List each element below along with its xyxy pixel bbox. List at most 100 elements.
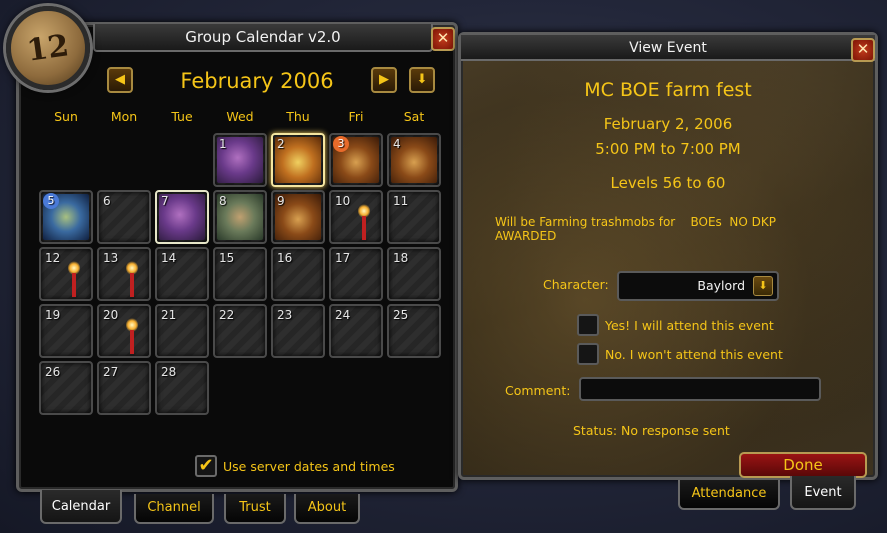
day-number: 18 xyxy=(393,251,409,265)
weekday-label: Sun xyxy=(54,109,78,124)
day-number: 14 xyxy=(161,251,177,265)
calendar-day-13[interactable]: 13 xyxy=(97,247,151,301)
day-number: 6 xyxy=(103,194,111,208)
weekday-label: Sat xyxy=(403,109,425,124)
calendar-day-26[interactable]: 26 xyxy=(39,361,93,415)
day-number: 11 xyxy=(393,194,409,208)
weekday-label: Tue xyxy=(171,109,193,124)
day-number: 5 xyxy=(43,193,59,209)
day-number: 12 xyxy=(45,251,61,265)
group-calendar-window: Group Calendar v2.0 ✕ ◀ February 2006 ▶ … xyxy=(16,22,458,492)
day-number: 13 xyxy=(103,251,119,265)
calendar-day-7[interactable]: 7 xyxy=(155,190,209,244)
weekday-label: Fri xyxy=(348,109,364,124)
calendar-day-11[interactable]: 11 xyxy=(387,190,441,244)
day-number: 16 xyxy=(277,251,293,265)
month-navigation: ◀ February 2006 ▶ ⬇ xyxy=(107,67,437,97)
comment-input[interactable] xyxy=(579,377,821,401)
event-date: February 2, 2006 xyxy=(603,115,733,133)
calendar-day-3[interactable]: 3 xyxy=(329,133,383,187)
calendar-day-21[interactable]: 21 xyxy=(155,304,209,358)
candle-icon xyxy=(126,318,138,354)
weekday-header: Sun Mon Tue Wed Thu Fri Sat xyxy=(37,109,445,124)
day-number: 4 xyxy=(393,137,401,151)
day-number: 20 xyxy=(103,308,119,322)
candle-icon xyxy=(358,204,370,240)
day-number: 23 xyxy=(277,308,293,322)
calendar-day-14[interactable]: 14 xyxy=(155,247,209,301)
tab-channel[interactable]: Channel xyxy=(134,494,214,524)
calendar-day-28[interactable]: 28 xyxy=(155,361,209,415)
done-button[interactable]: Done xyxy=(739,452,867,478)
tab-about[interactable]: About xyxy=(294,494,360,524)
calendar-portrait-icon: 12 xyxy=(6,6,90,90)
day-number: 27 xyxy=(103,365,119,379)
calendar-day-27[interactable]: 27 xyxy=(97,361,151,415)
close-event-button[interactable]: ✕ xyxy=(851,38,875,62)
calendar-day-9[interactable]: 9 xyxy=(271,190,325,244)
next-month-button[interactable]: ▶ xyxy=(371,67,397,93)
calendar-day-8[interactable]: 8 xyxy=(213,190,267,244)
calendar-day-12[interactable]: 12 xyxy=(39,247,93,301)
character-dropdown[interactable]: Baylord ⬇ xyxy=(617,271,779,301)
tab-trust[interactable]: Trust xyxy=(224,494,286,524)
tab-attendance[interactable]: Attendance xyxy=(678,480,780,510)
calendar-day-1[interactable]: 1 xyxy=(213,133,267,187)
day-number: 25 xyxy=(393,308,409,322)
day-number: 1 xyxy=(219,137,227,151)
calendar-day-17[interactable]: 17 xyxy=(329,247,383,301)
calendar-day-22[interactable]: 22 xyxy=(213,304,267,358)
comment-label: Comment: xyxy=(505,383,571,398)
day-number: 15 xyxy=(219,251,235,265)
day-number: 7 xyxy=(161,194,169,208)
event-time: 5:00 PM to 7:00 PM xyxy=(595,140,741,158)
weekday-label: Wed xyxy=(226,109,254,124)
dropdown-arrow-icon[interactable]: ⬇ xyxy=(753,276,773,296)
today-button[interactable]: ⬇ xyxy=(409,67,435,93)
server-time-label: Use server dates and times xyxy=(223,458,395,474)
prev-month-button[interactable]: ◀ xyxy=(107,67,133,93)
calendar-day-23[interactable]: 23 xyxy=(271,304,325,358)
attend-no-checkbox[interactable] xyxy=(577,343,599,365)
event-window-title[interactable]: View Event xyxy=(461,35,875,61)
attend-yes-label: Yes! I will attend this event xyxy=(605,318,774,333)
weekday-label: Thu xyxy=(286,109,310,124)
event-levels: Levels 56 to 60 xyxy=(610,174,726,192)
calendar-day-16[interactable]: 16 xyxy=(271,247,325,301)
calendar-day-25[interactable]: 25 xyxy=(387,304,441,358)
day-number: 2 xyxy=(277,137,285,151)
day-number: 10 xyxy=(335,194,351,208)
calendar-day-6[interactable]: 6 xyxy=(97,190,151,244)
month-title: February 2006 xyxy=(180,69,334,93)
calendar-day-20[interactable]: 20 xyxy=(97,304,151,358)
tab-calendar[interactable]: Calendar xyxy=(40,490,122,524)
day-number: 22 xyxy=(219,308,235,322)
day-number: 26 xyxy=(45,365,61,379)
calendar-day-2[interactable]: 2 xyxy=(271,133,325,187)
attend-yes-checkbox[interactable] xyxy=(577,314,599,336)
server-time-checkbox[interactable]: ✔ xyxy=(195,455,217,477)
calendar-day-24[interactable]: 24 xyxy=(329,304,383,358)
day-number: 3 xyxy=(333,136,349,152)
attend-no-label: No. I won't attend this event xyxy=(605,347,783,362)
calendar-title[interactable]: Group Calendar v2.0 xyxy=(93,24,433,52)
event-description: Will be Farming trashmobs for BOEs NO DK… xyxy=(495,215,777,243)
calendar-day-19[interactable]: 19 xyxy=(39,304,93,358)
calendar-day-15[interactable]: 15 xyxy=(213,247,267,301)
server-time-option[interactable]: ✔ Use server dates and times xyxy=(195,455,395,477)
candle-icon xyxy=(68,261,80,297)
close-calendar-button[interactable]: ✕ xyxy=(431,27,455,51)
day-number: 24 xyxy=(335,308,351,322)
character-label: Character: xyxy=(543,277,609,292)
portrait-day-number: 12 xyxy=(24,27,72,69)
day-number: 9 xyxy=(277,194,285,208)
candle-icon xyxy=(126,261,138,297)
calendar-day-5[interactable]: 5 xyxy=(39,190,93,244)
tab-event[interactable]: Event xyxy=(790,476,856,510)
event-name: MC BOE farm fest xyxy=(584,79,752,101)
calendar-day-4[interactable]: 4 xyxy=(387,133,441,187)
calendar-day-10[interactable]: 10 xyxy=(329,190,383,244)
calendar-day-18[interactable]: 18 xyxy=(387,247,441,301)
view-event-window: View Event MC BOE farm fest February 2, … xyxy=(458,32,878,480)
day-number: 19 xyxy=(45,308,61,322)
